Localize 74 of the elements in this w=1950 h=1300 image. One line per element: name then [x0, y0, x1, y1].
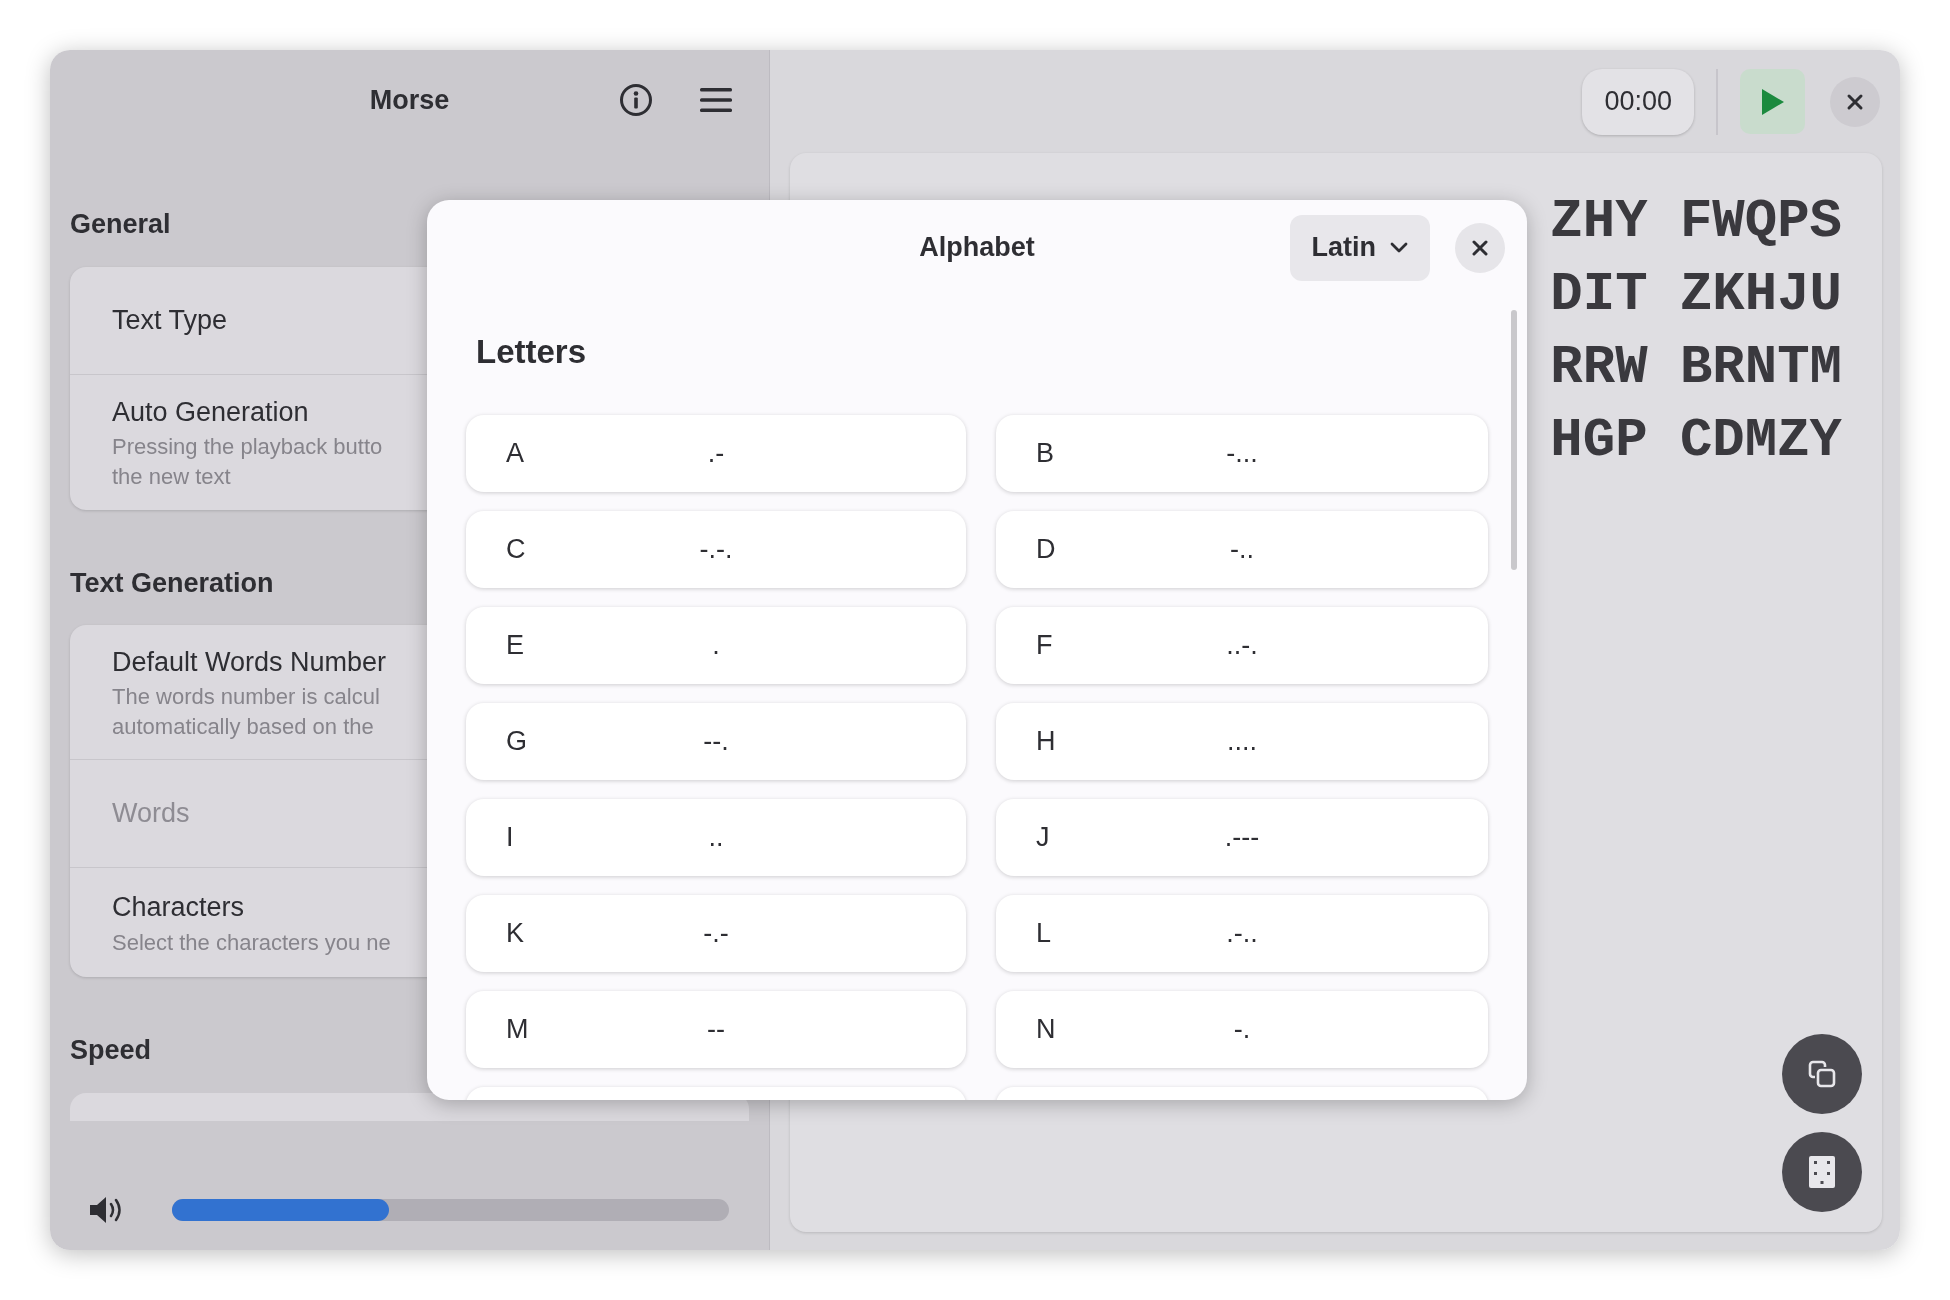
letter: J [1036, 820, 1050, 854]
letter: G [506, 724, 527, 758]
copy-icon [1807, 1059, 1837, 1089]
device-icon [1808, 1155, 1836, 1189]
practice-text-line: ZHY FWQPS [1550, 190, 1842, 254]
letter: E [506, 628, 524, 662]
morse-code: -.-. [699, 533, 733, 564]
letter: K [506, 916, 524, 950]
morse-code: -- [707, 1013, 725, 1044]
close-button[interactable] [1830, 76, 1880, 127]
letter-card[interactable]: F ..-. [996, 606, 1488, 684]
chevron-icon [1390, 241, 1408, 254]
letter: C [506, 532, 526, 566]
letter: I [506, 820, 514, 854]
letter-card[interactable]: H .... [996, 702, 1488, 780]
morse-code: .... [1227, 725, 1257, 756]
row-description: Select the characters you ne [112, 928, 391, 957]
scrollbar[interactable] [1511, 310, 1517, 570]
morse-code: ..-. [1226, 629, 1258, 660]
section-heading: Speed [70, 1035, 152, 1065]
volume-slider[interactable] [172, 1199, 729, 1221]
letter-card[interactable]: N -. [996, 990, 1488, 1068]
play-icon [1759, 86, 1786, 117]
letter-card[interactable]: J .--- [996, 798, 1488, 876]
close-icon [1471, 238, 1489, 257]
morse-code: . [712, 629, 720, 660]
morse-code: .--- [1224, 821, 1260, 852]
letter-card[interactable]: D -.. [996, 510, 1488, 588]
app-title: Morse [369, 84, 450, 115]
morse-code: .. [708, 821, 724, 852]
row-title: Default Words Number [112, 645, 387, 679]
dialog-title: Alphabet [919, 232, 1035, 263]
letter-card[interactable]: B -... [996, 414, 1488, 492]
close-button[interactable] [1455, 222, 1505, 273]
morse-code: -.- [703, 917, 729, 948]
letter-card[interactable]: E . [466, 606, 966, 684]
letter: M [506, 1012, 529, 1046]
play-button[interactable] [1740, 69, 1805, 134]
section-heading: Text Generation [70, 567, 274, 598]
letter: D [1036, 532, 1056, 566]
morse-code: -... [1226, 437, 1258, 468]
row-title: Words [112, 797, 190, 831]
letter-card[interactable]: K -.- [466, 894, 966, 972]
script-dropdown[interactable]: Latin [1289, 214, 1430, 281]
letter: B [1036, 436, 1054, 470]
letter: F [1036, 628, 1053, 662]
letter-card[interactable]: A .- [466, 414, 966, 492]
morse-code: --. [703, 725, 729, 756]
letter-card[interactable]: I .. [466, 798, 966, 876]
letter: H [1036, 724, 1056, 758]
practice-text-line: HGP CDMZY [1550, 409, 1842, 473]
letter: A [506, 436, 524, 470]
practice-text-line: RRW BRNTM [1550, 336, 1842, 400]
row-description: Pressing the playback butto the new text [112, 433, 383, 492]
letter-card[interactable]: M -- [466, 990, 966, 1068]
row-title: Text Type [112, 303, 228, 337]
letter-card[interactable]: G --. [466, 702, 966, 780]
practice-text-line: DIT ZKHJU [1550, 263, 1842, 327]
letter: L [1036, 916, 1052, 950]
close-icon [1846, 92, 1864, 111]
section-heading: Letters [476, 333, 587, 370]
morse-code: .-.. [1226, 917, 1258, 948]
letter: N [1036, 1012, 1056, 1046]
row-title: Auto Generation [112, 395, 309, 429]
morse-code: -. [1233, 1013, 1251, 1044]
morse-code: -.. [1230, 533, 1254, 564]
letter-card[interactable]: C -.-. [466, 510, 966, 588]
volume-icon[interactable] [88, 1195, 124, 1225]
letter-card[interactable]: L .-.. [996, 894, 1488, 972]
section-heading: General [70, 209, 171, 239]
row-description: The words number is calcul automatically based on the [112, 683, 380, 742]
timer: 00:00 [1582, 68, 1694, 135]
row-title: Characters [112, 891, 245, 925]
morse-code: .- [707, 437, 725, 468]
